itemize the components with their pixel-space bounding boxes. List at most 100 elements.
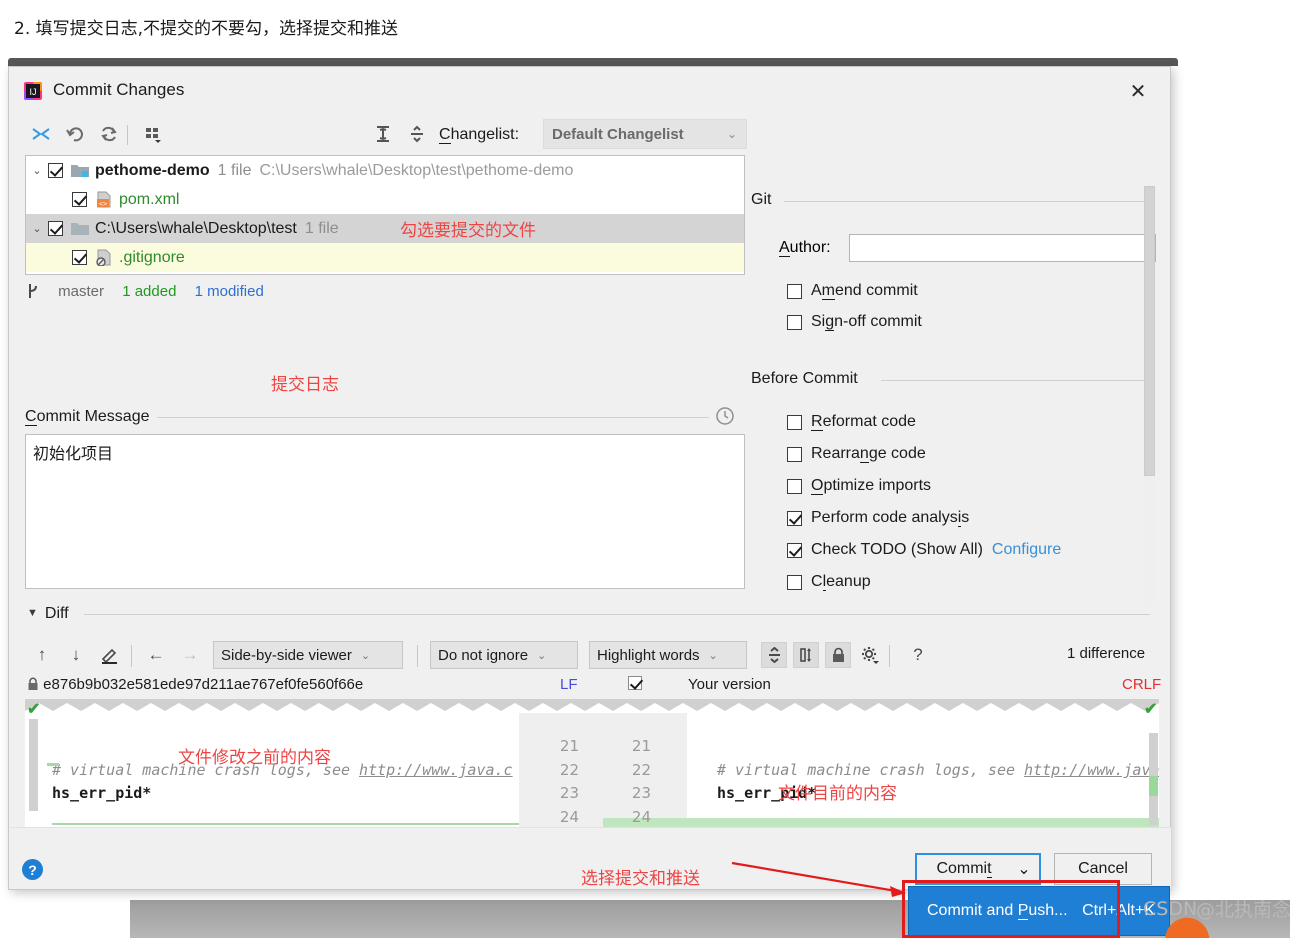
diff-section-title[interactable]: ▼ Diff <box>27 605 69 623</box>
table-row[interactable]: ⌄ C:\Users\whale\Desktop\test 1 file <box>26 214 744 243</box>
chevron-down-icon: ⌄ <box>1017 861 1031 878</box>
cancel-button[interactable]: Cancel <box>1054 853 1152 885</box>
perform-code-analysis-checkbox[interactable]: Perform code analysis <box>787 509 969 527</box>
expand-all-icon[interactable] <box>369 121 397 147</box>
rearrange-code-checkbox[interactable]: Rearrange code <box>787 445 926 463</box>
diff-left-vscrollbar[interactable] <box>29 719 38 811</box>
git-panel-scrollbar-thumb[interactable] <box>1144 186 1155 476</box>
checkbox-box <box>787 574 802 590</box>
collapse-unchanged-icon[interactable] <box>761 642 787 668</box>
table-row[interactable]: .gitignore <box>26 243 744 272</box>
added-marker-line <box>52 823 519 825</box>
ignore-mode-combobox[interactable]: Do not ignore ⌄ <box>430 641 578 669</box>
highlight-mode-value: Highlight words <box>597 646 700 664</box>
arrow-left-icon[interactable]: ← <box>143 642 169 668</box>
checkbox-box <box>787 314 802 330</box>
table-row[interactable]: <> pom.xml <box>26 185 744 214</box>
author-field[interactable] <box>849 234 1156 262</box>
annotation-current-content: 文件目前的内容 <box>778 784 897 804</box>
viewer-mode-combobox[interactable]: Side-by-side viewer ⌄ <box>213 641 403 669</box>
left-change-marker <box>47 763 59 766</box>
git-branch-icon <box>27 283 44 300</box>
gitignore-file-icon <box>94 249 114 267</box>
left-accept-check-icon[interactable]: ✔ <box>27 699 40 719</box>
lock-icon <box>27 676 43 693</box>
changed-files-tree[interactable]: ⌄ pethome-demo 1 file C:\Users\whale\Des… <box>25 155 745 275</box>
git-section-title: Git <box>751 191 780 209</box>
sign-off-commit-label: Sign-off commit <box>811 313 922 331</box>
reformat-code-label: Reformat code <box>811 413 916 431</box>
gear-icon[interactable] <box>857 642 883 668</box>
author-label: Author: <box>779 239 831 257</box>
chevron-down-icon: ⌄ <box>537 649 547 662</box>
mnemonic: C <box>25 408 37 426</box>
code-line: hs_err_pid* <box>52 784 152 802</box>
commit-message-input[interactable]: 初始化项目 <box>25 434 745 589</box>
sign-off-commit-checkbox[interactable]: Sign-off commit <box>787 313 922 331</box>
arrow-right-icon[interactable]: → <box>177 642 203 668</box>
dialog-title: Commit Changes <box>53 80 185 99</box>
collapse-arrows-icon[interactable] <box>27 121 55 147</box>
chevron-down-icon: ⌄ <box>360 649 371 662</box>
commit-dropdown-button[interactable]: ⌄ <box>1009 853 1041 885</box>
mnemonic: A <box>779 239 790 257</box>
configure-link[interactable]: Configure <box>992 541 1061 559</box>
branch-status: master 1 added 1 modified <box>27 283 278 300</box>
perform-code-analysis-label: Perform code analysis <box>811 509 970 527</box>
branch-name: master <box>58 283 105 300</box>
row-checkbox[interactable] <box>72 250 87 265</box>
chevron-down-icon[interactable]: ⌄ <box>26 164 48 177</box>
author-label-rest: uthor: <box>789 239 831 256</box>
git-section-rule <box>784 201 1150 202</box>
line-number: 24 <box>559 808 579 826</box>
show-whitespace-icon[interactable] <box>793 642 819 668</box>
tree-item-label: pom.xml <box>119 190 180 208</box>
line-number: 24 <box>631 808 651 826</box>
table-row[interactable]: ⌄ pethome-demo 1 file C:\Users\whale\Des… <box>26 156 744 185</box>
svg-text:IJ: IJ <box>29 87 36 97</box>
highlight-mode-combobox[interactable]: Highlight words ⌄ <box>589 641 747 669</box>
reformat-code-checkbox[interactable]: Reformat code <box>787 413 916 431</box>
amend-commit-checkbox[interactable]: Amend commit <box>787 282 918 300</box>
checkbox-box <box>787 414 802 430</box>
row-checkbox[interactable] <box>72 192 87 207</box>
close-icon[interactable]: ✕ <box>1116 75 1160 107</box>
optimize-imports-checkbox[interactable]: Optimize imports <box>787 477 931 495</box>
row-checkbox[interactable] <box>48 163 63 178</box>
left-line-separator: LF <box>560 676 578 693</box>
right-line-separator: CRLF <box>1122 676 1162 693</box>
pencil-icon[interactable] <box>97 642 123 668</box>
group-by-icon[interactable] <box>139 121 167 147</box>
collapse-all-icon[interactable] <box>403 121 431 147</box>
chevron-down-icon[interactable]: ⌄ <box>26 222 48 235</box>
left-revision-header: e876b9b032e581ede97d211ae767ef0fe560f66e <box>27 676 363 693</box>
changelist-label: Changelist: <box>439 126 520 144</box>
rearrange-code-label: Rearrange code <box>811 445 926 463</box>
right-accept-check-icon[interactable]: ✔ <box>1144 699 1157 719</box>
help-icon[interactable]: ? <box>22 859 43 880</box>
clock-icon[interactable] <box>715 406 735 426</box>
refresh-icon[interactable] <box>95 121 123 147</box>
code-link[interactable]: http://www.java.c <box>359 761 513 779</box>
commit-message-value: 初始化项目 <box>33 444 114 463</box>
line-number: 21 <box>559 737 579 755</box>
check-todo-checkbox[interactable]: Check TODO (Show All) Configure <box>787 541 1061 559</box>
arrow-down-icon[interactable]: ↓ <box>63 642 89 668</box>
right-version-checkbox[interactable] <box>628 676 642 694</box>
lock-icon[interactable] <box>825 642 851 668</box>
difference-count: 1 difference <box>1067 645 1146 662</box>
code-link[interactable]: http://www.java.c <box>1024 761 1159 779</box>
diff-toolbar-separator-3 <box>889 645 890 667</box>
arrow-up-icon[interactable]: ↑ <box>29 642 55 668</box>
added-count: 1 added <box>122 283 177 300</box>
revert-icon[interactable] <box>61 121 89 147</box>
cleanup-checkbox[interactable]: Cleanup <box>787 573 871 591</box>
line-number: 21 <box>631 737 651 755</box>
question-icon[interactable]: ? <box>905 642 931 668</box>
row-checkbox[interactable] <box>48 221 63 236</box>
commit-button[interactable]: Commit <box>915 853 1013 885</box>
diff-section-rule <box>84 614 1150 615</box>
commit-and-push-menu-item[interactable]: Commit and Push... Ctrl+Alt+K <box>908 886 1170 936</box>
modified-count: 1 modified <box>194 283 264 300</box>
changelist-combobox[interactable]: Default Changelist ⌄ <box>543 119 747 149</box>
